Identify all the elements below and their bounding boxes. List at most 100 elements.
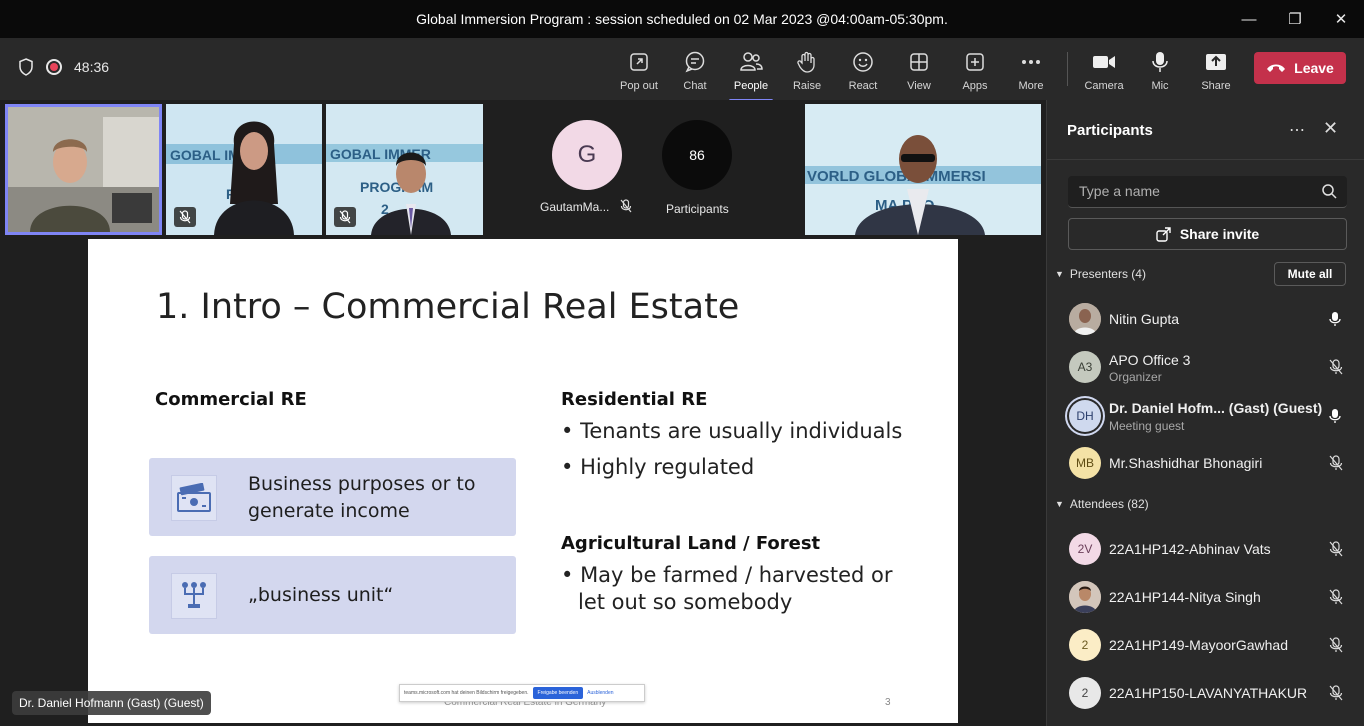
mic-off-icon xyxy=(1329,455,1343,471)
share-notice-text: teams.microsoft.com hat deinen Bildschir… xyxy=(404,690,529,696)
mic-off-icon xyxy=(1329,637,1343,653)
box1-line2: generate income xyxy=(248,500,410,522)
box1-line1: Business purposes or to xyxy=(248,473,476,495)
panel-more-icon[interactable]: ⋯ xyxy=(1289,120,1306,140)
avatar: 2 xyxy=(1069,677,1101,709)
participant-row[interactable]: 2 22A1HP150-LAVANYATHAKUR xyxy=(1067,673,1357,713)
smiley-icon xyxy=(851,50,875,74)
apps-button[interactable]: Apps xyxy=(947,50,1003,98)
svg-text:VORLD GLOBA IMMERSI: VORLD GLOBA IMMERSI xyxy=(807,168,986,185)
chevron-down-icon: ▼ xyxy=(1055,499,1064,509)
restore-button[interactable]: ❐ xyxy=(1272,0,1318,38)
window-title: Global Immersion Program : session sched… xyxy=(416,11,948,27)
raise-hand-button[interactable]: Raise xyxy=(779,50,835,98)
search-icon[interactable] xyxy=(1322,184,1337,199)
video-tile-participant[interactable]: GOBAL IMMER PR AM xyxy=(166,104,322,235)
hide-notice-link[interactable]: Ausblenden xyxy=(587,690,613,696)
mic-off-icon xyxy=(1329,589,1343,605)
slide-title: 1. Intro – Commercial Real Estate xyxy=(156,287,740,327)
panel-title: Participants xyxy=(1067,122,1153,139)
share-invite-label: Share invite xyxy=(1179,226,1260,242)
participants-panel: Participants ⋯ ✕ Share invite ▼ Presente… xyxy=(1046,100,1364,726)
participant-name: APO Office 3 xyxy=(1109,352,1191,368)
presenters-section-toggle[interactable]: ▼ Presenters (4) xyxy=(1055,267,1146,281)
mic-button[interactable]: Mic xyxy=(1132,50,1188,98)
more-button[interactable]: More xyxy=(1003,50,1059,98)
leave-button[interactable]: Leave xyxy=(1254,52,1346,84)
mic-off-icon xyxy=(339,210,351,224)
residential-bullet: • Highly regulated xyxy=(561,455,755,479)
video-tile-speaker[interactable] xyxy=(5,104,162,235)
attendees-heading: Attendees (82) xyxy=(1069,497,1149,511)
agri-bullet-continued: let out so somebody xyxy=(578,590,793,614)
mic-off-icon xyxy=(620,199,632,213)
muted-badge xyxy=(174,207,196,227)
chat-button[interactable]: Chat xyxy=(667,50,723,98)
share-screen-icon xyxy=(1204,50,1228,74)
react-label: React xyxy=(848,80,878,92)
slide-page-number: 3 xyxy=(885,697,891,708)
minimize-button[interactable]: — xyxy=(1226,0,1272,38)
residential-heading: Residential RE xyxy=(561,389,708,410)
participant-name: GautamMa... xyxy=(540,200,610,214)
meeting-stage: GOBAL IMMER PR AM GOBAL IMMER PROGRAM 2 … xyxy=(0,100,1046,726)
avatar xyxy=(1069,303,1101,335)
participant-avatar[interactable]: G xyxy=(552,120,622,190)
participant-count-badge[interactable]: 86 xyxy=(662,120,732,190)
participant-row[interactable]: DH Dr. Daniel Hofm... (Gast) (Guest) Mee… xyxy=(1067,396,1357,436)
avatar xyxy=(1069,581,1101,613)
participant-row[interactable]: 2 22A1HP149-MayoorGawhad xyxy=(1067,625,1357,665)
pop-out-button[interactable]: Pop out xyxy=(611,50,667,98)
participant-search-input[interactable] xyxy=(1068,176,1308,206)
participant-name: Nitin Gupta xyxy=(1109,311,1180,327)
raise-label: Raise xyxy=(792,80,822,92)
people-label: People xyxy=(733,80,769,92)
participant-role: Meeting guest xyxy=(1109,419,1185,433)
participant-role: Organizer xyxy=(1109,370,1162,384)
close-window-button[interactable]: ✕ xyxy=(1318,0,1364,38)
grid-view-icon xyxy=(907,50,931,74)
money-icon xyxy=(171,475,217,521)
participant-row[interactable]: Nitin Gupta xyxy=(1067,299,1357,339)
attendees-section-toggle[interactable]: ▼ Attendees (82) xyxy=(1055,497,1149,511)
camera-button[interactable]: Camera xyxy=(1076,50,1132,98)
people-button[interactable]: People xyxy=(723,50,779,102)
mic-off-icon xyxy=(179,210,191,224)
video-tile-participant[interactable]: VORLD GLOBA IMMERSI MA PRO xyxy=(805,104,1041,235)
camera-label: Camera xyxy=(1084,80,1124,92)
meeting-timer: 48:36 xyxy=(74,59,110,75)
participant-name: 22A1HP142-Abhinav Vats xyxy=(1109,541,1271,557)
mic-off-icon xyxy=(1329,541,1343,557)
add-apps-icon xyxy=(963,50,987,74)
avatar: A3 xyxy=(1069,351,1101,383)
toolbar-divider xyxy=(1067,52,1068,86)
react-button[interactable]: React xyxy=(835,50,891,98)
participant-row[interactable]: 22A1HP144-Nitya Singh xyxy=(1067,577,1357,617)
participant-row[interactable]: MB Mr.Shashidhar Bhonagiri xyxy=(1067,443,1357,483)
business-unit-box: „business unit“ xyxy=(149,556,516,634)
participant-name: 22A1HP149-MayoorGawhad xyxy=(1109,637,1288,653)
view-button[interactable]: View xyxy=(891,50,947,98)
mute-all-button[interactable]: Mute all xyxy=(1274,262,1346,286)
avatar: 2V xyxy=(1069,533,1101,565)
participant-count-label: Participants xyxy=(666,202,729,216)
participant-row[interactable]: 2V 22A1HP142-Abhinav Vats xyxy=(1067,529,1357,569)
box2-text: „business unit“ xyxy=(248,584,394,606)
participant-name: 22A1HP144-Nitya Singh xyxy=(1109,589,1261,605)
mic-label: Mic xyxy=(1151,80,1169,92)
recording-icon xyxy=(46,59,62,75)
share-button[interactable]: Share xyxy=(1188,50,1244,98)
stop-sharing-button[interactable]: Freigabe beenden xyxy=(532,687,584,699)
avatar: DH xyxy=(1069,400,1101,432)
share-invite-button[interactable]: Share invite xyxy=(1068,218,1347,250)
panel-close-icon[interactable]: ✕ xyxy=(1323,118,1338,139)
microphone-icon xyxy=(1329,409,1341,423)
participant-row[interactable]: A3 APO Office 3 Organizer xyxy=(1067,347,1357,387)
mic-off-icon xyxy=(1329,685,1343,701)
participant-name: 22A1HP150-LAVANYATHAKUR xyxy=(1109,685,1308,701)
view-label: View xyxy=(907,80,931,92)
video-feed xyxy=(8,107,159,232)
pop-out-icon xyxy=(627,50,651,74)
video-tile-participant[interactable]: GOBAL IMMER PROGRAM 2 xyxy=(326,104,483,235)
shield-icon[interactable] xyxy=(18,58,34,76)
